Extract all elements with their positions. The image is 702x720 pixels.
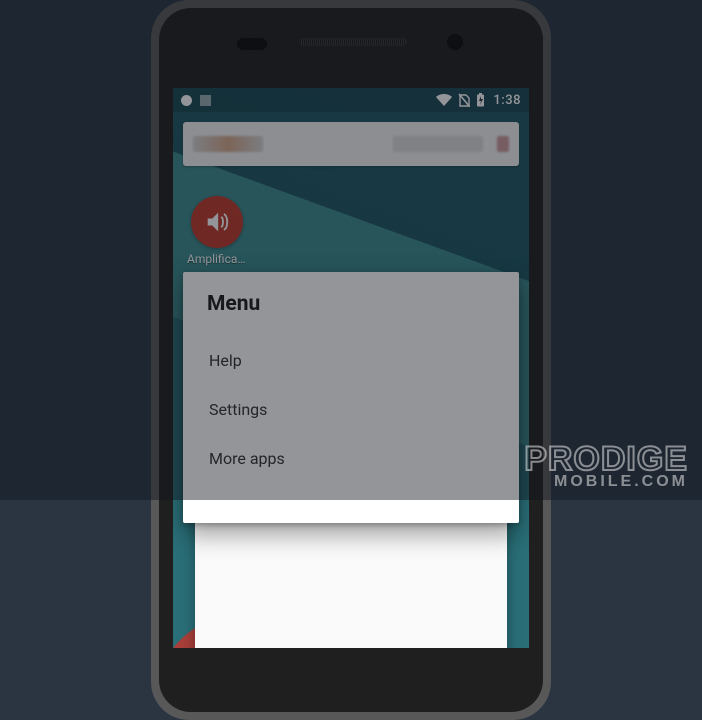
front-camera [447, 34, 463, 50]
app-shortcut-label: Amplificador d.. [187, 252, 247, 266]
menu-title: Menu [207, 292, 495, 316]
mic-icon-blurred [497, 136, 509, 152]
phone-screen: 1:38 Amplificador d.. [173, 88, 529, 648]
status-bar: 1:38 [173, 88, 529, 112]
wifi-icon [436, 94, 452, 106]
app-shortcut-amplificador[interactable]: Amplificador d.. [187, 196, 247, 266]
notification-square-icon [200, 95, 211, 106]
google-logo-blurred [193, 136, 263, 152]
proximity-sensor [237, 38, 267, 50]
phone-frame: 1:38 Amplificador d.. [151, 0, 551, 720]
search-text-blurred [393, 136, 483, 152]
google-search-bar[interactable] [183, 122, 519, 166]
status-clock: 1:38 [493, 93, 521, 108]
menu-item-help[interactable]: Help [207, 336, 495, 385]
menu-item-more-apps[interactable]: More apps [207, 434, 495, 483]
speaker-icon [191, 196, 243, 248]
notification-dot-icon [181, 95, 192, 106]
menu-popup: Menu Help Settings More apps [183, 272, 519, 523]
no-sim-icon [458, 93, 470, 107]
earpiece [299, 38, 407, 46]
menu-item-settings[interactable]: Settings [207, 385, 495, 434]
battery-charging-icon [476, 93, 485, 107]
phone-body: 1:38 Amplificador d.. [159, 8, 543, 712]
